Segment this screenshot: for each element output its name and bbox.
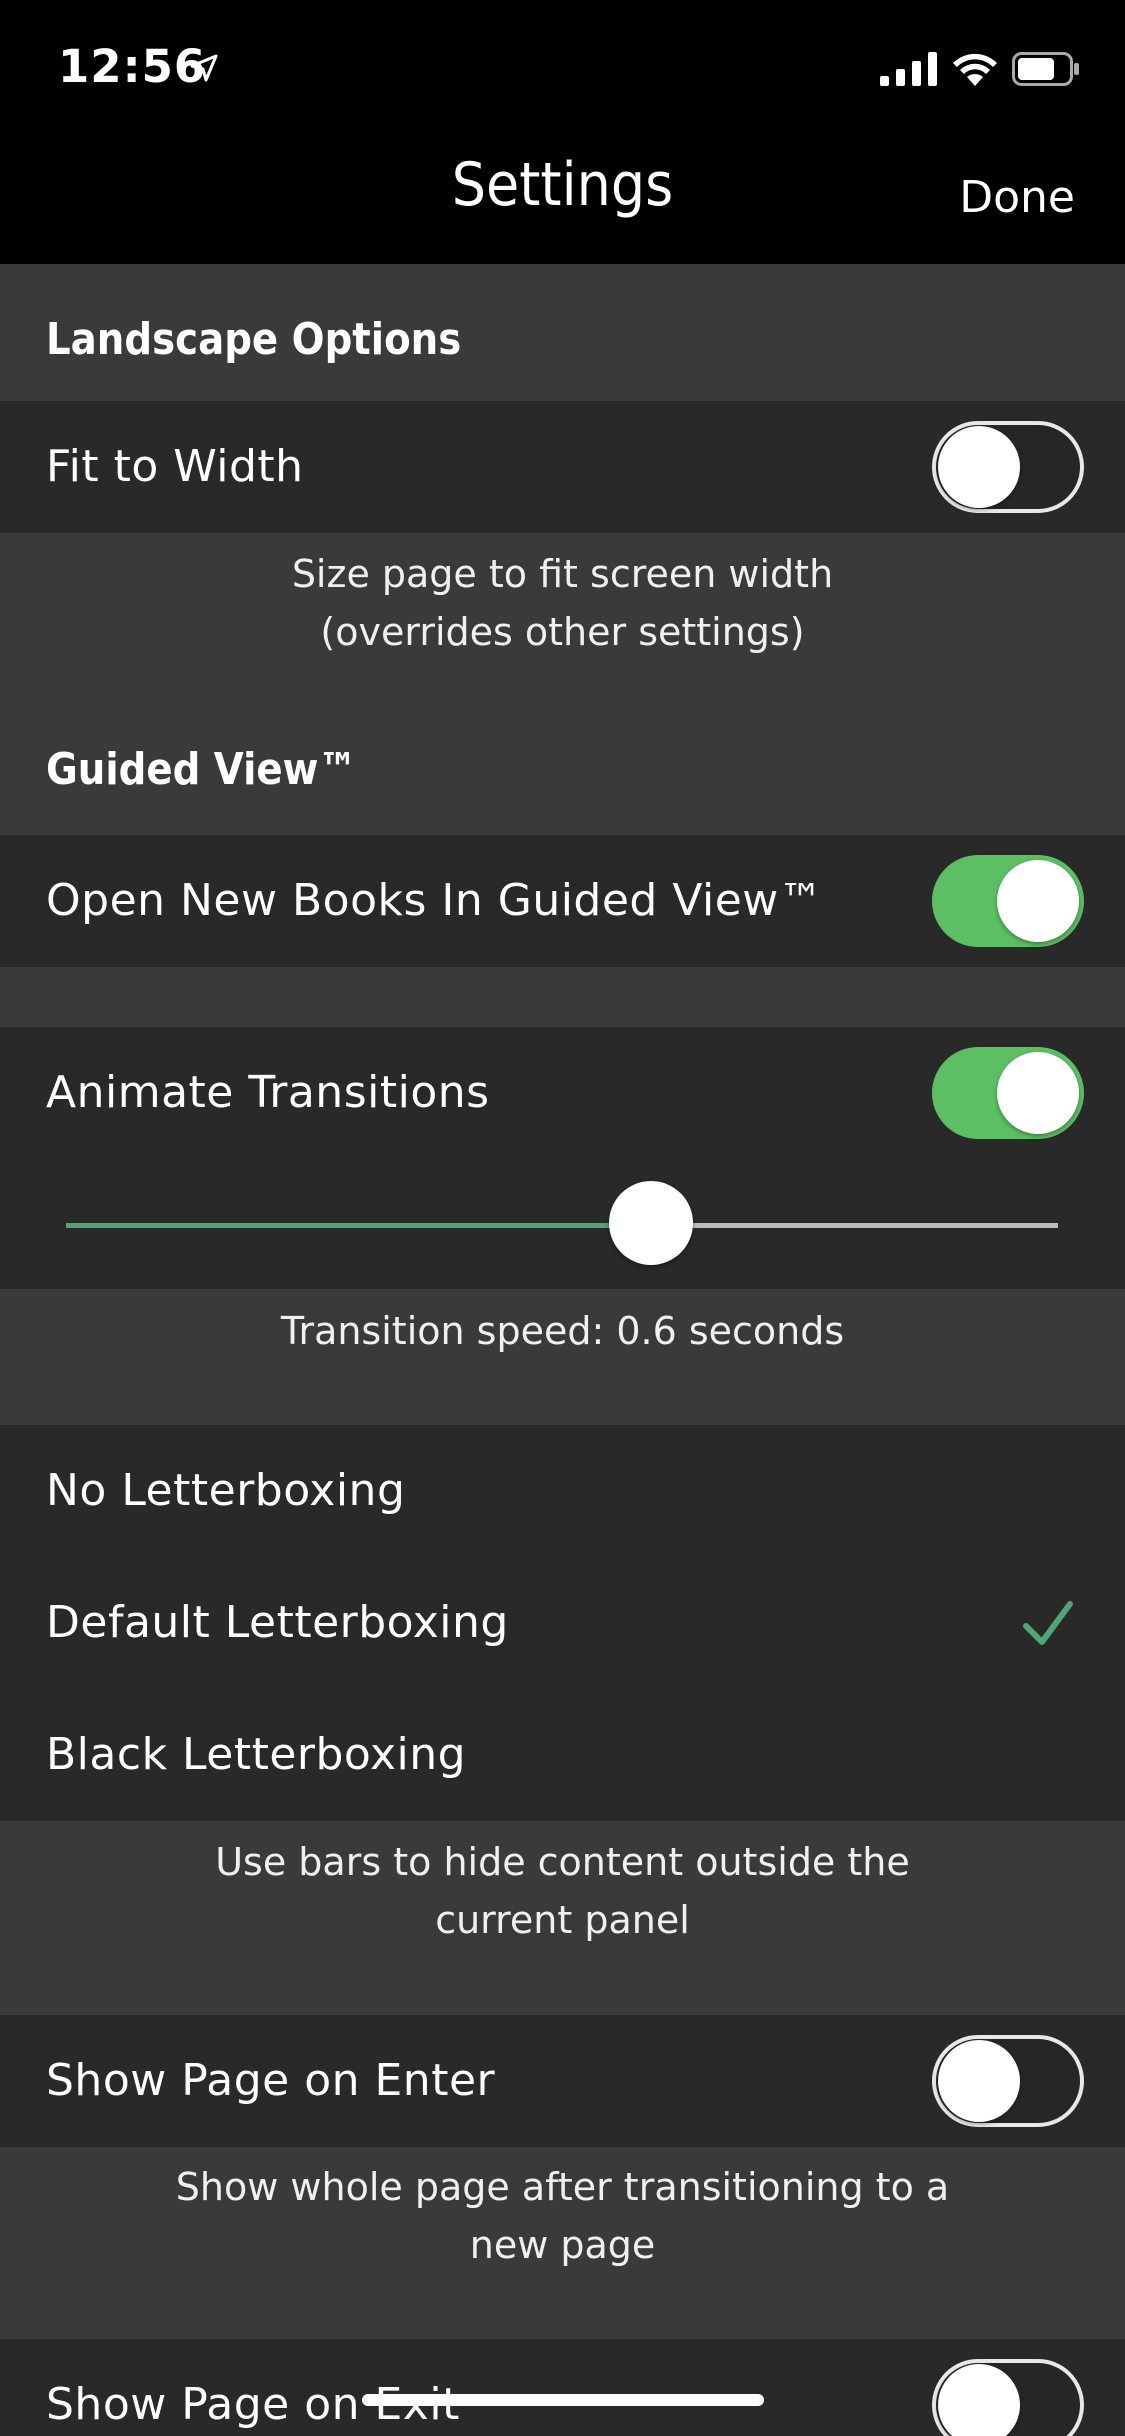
animate-transitions-toggle[interactable]: [932, 1047, 1084, 1139]
slider-track-empty: [652, 1223, 1058, 1228]
battery-icon: [1012, 52, 1079, 86]
toggle-knob: [938, 2040, 1020, 2122]
status-time: 12:56: [58, 40, 207, 93]
toggle-knob: [938, 426, 1020, 508]
home-indicator[interactable]: [362, 2394, 764, 2406]
show-page-on-enter-row[interactable]: Show Page on Enter: [0, 2015, 1125, 2147]
toggle-knob: [997, 860, 1079, 942]
location-arrow-icon: [190, 54, 218, 82]
fit-to-width-label: Fit to Width: [46, 441, 304, 492]
letterboxing-footer-line2: current panel: [435, 1898, 690, 1942]
done-button[interactable]: Done: [959, 172, 1075, 223]
letterboxing-footer-line1: Use bars to hide content outside the: [215, 1840, 910, 1884]
wifi-icon: [953, 53, 997, 86]
toggle-knob: [997, 1052, 1079, 1134]
show-page-on-enter-label: Show Page on Enter: [46, 2055, 496, 2106]
transition-speed-caption: Transition speed: 0.6 seconds: [280, 1309, 845, 1353]
letterboxing-group: No Letterboxing Default Letterboxing Bla…: [0, 1425, 1125, 1821]
show-page-enter-footer-line2: new page: [469, 2223, 656, 2267]
section-title-landscape: Landscape Options: [46, 314, 462, 365]
landscape-footer-line1: Size page to fit screen width: [291, 552, 834, 596]
open-new-books-row[interactable]: Open New Books In Guided View™: [0, 835, 1125, 967]
letterbox-option-none[interactable]: No Letterboxing: [46, 1425, 405, 1557]
landscape-footer-line2: (overrides other settings): [320, 610, 805, 654]
letterbox-option-black[interactable]: Black Letterboxing: [46, 1689, 466, 1821]
section-title-guided-view: Guided View™: [46, 744, 358, 795]
page-title: Settings: [451, 150, 674, 220]
fit-to-width-row[interactable]: Fit to Width: [0, 401, 1125, 533]
open-new-books-toggle[interactable]: [932, 855, 1084, 947]
open-new-books-label: Open New Books In Guided View™: [46, 875, 824, 926]
top-bar: 12:56 Settings Done: [0, 0, 1125, 264]
show-page-on-enter-toggle[interactable]: [932, 2035, 1084, 2127]
fit-to-width-toggle[interactable]: [932, 421, 1084, 513]
slider-track-filled: [66, 1223, 652, 1228]
show-page-on-exit-label: Show Page on Exit: [46, 2379, 460, 2430]
section-header-landscape: Landscape Options: [0, 264, 1125, 401]
cellular-signal-icon: [880, 52, 937, 86]
show-page-on-exit-toggle[interactable]: [932, 2359, 1084, 2436]
toggle-knob: [938, 2364, 1020, 2436]
animate-transitions-group: Animate Transitions: [0, 1027, 1125, 1289]
transition-speed-slider[interactable]: [609, 1181, 693, 1265]
show-page-on-exit-row[interactable]: Show Page on Exit: [0, 2339, 1125, 2436]
show-page-enter-footer-line1: Show whole page after transitioning to a: [175, 2165, 950, 2209]
letterbox-option-default[interactable]: Default Letterboxing: [46, 1557, 509, 1689]
animate-transitions-label: Animate Transitions: [46, 1067, 490, 1118]
checkmark-icon: [1023, 1601, 1073, 1645]
